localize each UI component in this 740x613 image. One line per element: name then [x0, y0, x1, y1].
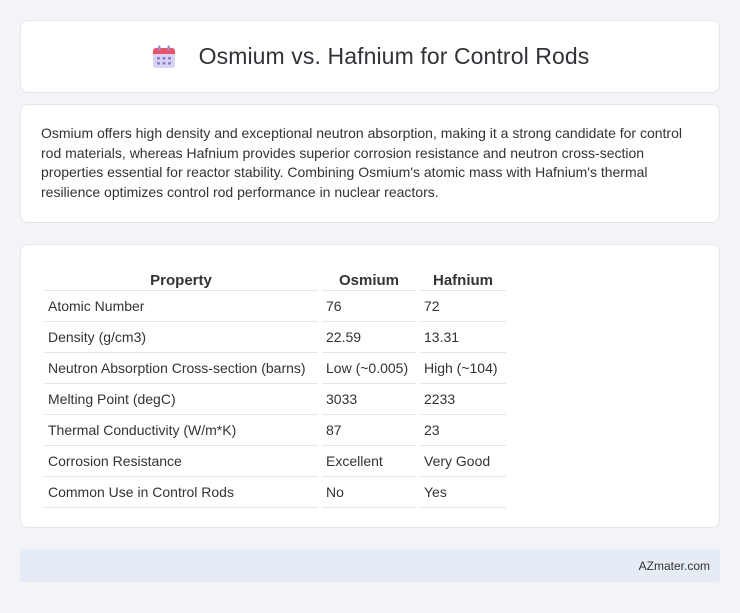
column-header-osmium: Osmium — [322, 263, 416, 291]
comparison-card: Property Osmium Hafnium Atomic Number 76… — [20, 244, 720, 528]
property-cell: Atomic Number — [44, 291, 318, 322]
hafnium-cell: 13.31 — [420, 322, 506, 353]
hafnium-cell: Very Good — [420, 446, 506, 477]
table-row: Neutron Absorption Cross-section (barns)… — [44, 353, 506, 384]
footer-site-name[interactable]: AZmater.com — [639, 559, 710, 573]
table-row: Thermal Conductivity (W/m*K) 87 23 — [44, 415, 506, 446]
table-row: Density (g/cm3) 22.59 13.31 — [44, 322, 506, 353]
calendar-icon — [152, 45, 175, 68]
property-cell: Neutron Absorption Cross-section (barns) — [44, 353, 318, 384]
osmium-cell: 22.59 — [322, 322, 416, 353]
column-header-property: Property — [44, 263, 318, 291]
comparison-table: Property Osmium Hafnium Atomic Number 76… — [40, 263, 510, 508]
title-card: Osmium vs. Hafnium for Control Rods — [20, 20, 720, 93]
osmium-cell: Excellent — [322, 446, 416, 477]
title-row: Osmium vs. Hafnium for Control Rods — [151, 43, 590, 70]
hafnium-cell: 72 — [420, 291, 506, 322]
table-row: Melting Point (degC) 3033 2233 — [44, 384, 506, 415]
table-row: Corrosion Resistance Excellent Very Good — [44, 446, 506, 477]
intro-card: Osmium offers high density and exception… — [20, 104, 720, 223]
property-cell: Thermal Conductivity (W/m*K) — [44, 415, 318, 446]
table-header-row: Property Osmium Hafnium — [44, 263, 506, 291]
hafnium-cell: Yes — [420, 477, 506, 508]
property-cell: Density (g/cm3) — [44, 322, 318, 353]
osmium-cell: 87 — [322, 415, 416, 446]
osmium-cell: 3033 — [322, 384, 416, 415]
property-cell: Corrosion Resistance — [44, 446, 318, 477]
hafnium-cell: High (~104) — [420, 353, 506, 384]
hafnium-cell: 2233 — [420, 384, 506, 415]
property-cell: Common Use in Control Rods — [44, 477, 318, 508]
footer-bar: AZmater.com — [20, 549, 720, 582]
osmium-cell: 76 — [322, 291, 416, 322]
property-cell: Melting Point (degC) — [44, 384, 318, 415]
table-row: Atomic Number 76 72 — [44, 291, 506, 322]
intro-paragraph: Osmium offers high density and exception… — [41, 125, 682, 200]
page-title: Osmium vs. Hafnium for Control Rods — [198, 43, 590, 69]
osmium-cell: Low (~0.005) — [322, 353, 416, 384]
osmium-cell: No — [322, 477, 416, 508]
table-row: Common Use in Control Rods No Yes — [44, 477, 506, 508]
hafnium-cell: 23 — [420, 415, 506, 446]
column-header-hafnium: Hafnium — [420, 263, 506, 291]
